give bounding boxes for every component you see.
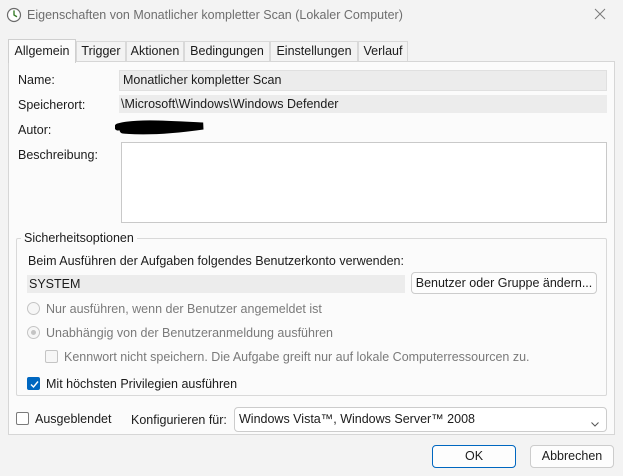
close-icon <box>594 8 606 23</box>
close-button[interactable] <box>577 0 623 30</box>
title-bar: Eigenschaften von Monatlicher kompletter… <box>0 0 623 30</box>
configure-label: Konfigurieren für: <box>131 413 227 427</box>
hidden-checkbox[interactable] <box>16 412 29 425</box>
name-field[interactable]: Monatlicher kompletter Scan <box>119 70 607 91</box>
tab-trigger[interactable]: Trigger <box>76 41 126 62</box>
change-user-button[interactable]: Benutzer oder Gruppe ändern... <box>411 272 597 294</box>
name-label: Name: <box>18 73 55 87</box>
highest-privileges-label: Mit höchsten Privilegien ausführen <box>46 377 238 391</box>
tab-aktionen[interactable]: Aktionen <box>126 41 184 62</box>
no-store-password-label: Kennwort nicht speichern. Die Aufgabe gr… <box>64 350 530 364</box>
chevron-down-icon <box>590 414 600 436</box>
account-prompt: Beim Ausführen der Aufgaben folgendes Be… <box>28 254 404 268</box>
configure-value: Windows Vista™, Windows Server™ 2008 <box>239 412 475 426</box>
description-textarea[interactable] <box>121 142 607 223</box>
general-tab-panel: Name: Monatlicher kompletter Scan Speich… <box>8 61 615 435</box>
location-field[interactable]: \Microsoft\Windows\Windows Defender <box>119 95 607 113</box>
run-logged-on-radio[interactable] <box>27 302 40 315</box>
author-label: Autor: <box>18 123 52 137</box>
run-any-radio[interactable] <box>27 326 40 339</box>
checkmark-icon <box>30 381 39 389</box>
ok-button[interactable]: OK <box>432 445 516 468</box>
hidden-label: Ausgeblendet <box>35 412 112 426</box>
highest-privileges-checkbox[interactable] <box>27 377 40 390</box>
no-store-password-checkbox[interactable] <box>45 350 58 363</box>
security-options-title: Sicherheitsoptionen <box>21 231 137 245</box>
user-account-field: SYSTEM <box>27 275 405 293</box>
location-label: Speicherort: <box>18 98 86 112</box>
run-logged-on-label: Nur ausführen, wenn der Benutzer angemel… <box>46 302 322 316</box>
tab-bedingungen[interactable]: Bedingungen <box>184 41 270 62</box>
tab-verlauf[interactable]: Verlauf <box>358 41 408 62</box>
tab-allgemein[interactable]: Allgemein <box>8 39 76 63</box>
description-label: Beschreibung: <box>18 148 98 162</box>
run-any-label: Unabhängig von der Benutzeranmeldung aus… <box>46 326 334 340</box>
configure-for-dropdown[interactable]: Windows Vista™, Windows Server™ 2008 <box>234 407 607 432</box>
window-title: Eigenschaften von Monatlicher kompletter… <box>27 8 403 22</box>
clock-icon <box>6 7 22 23</box>
cancel-button[interactable]: Abbrechen <box>530 445 614 468</box>
tab-einstellungen[interactable]: Einstellungen <box>270 41 358 62</box>
author-redaction <box>114 118 207 139</box>
